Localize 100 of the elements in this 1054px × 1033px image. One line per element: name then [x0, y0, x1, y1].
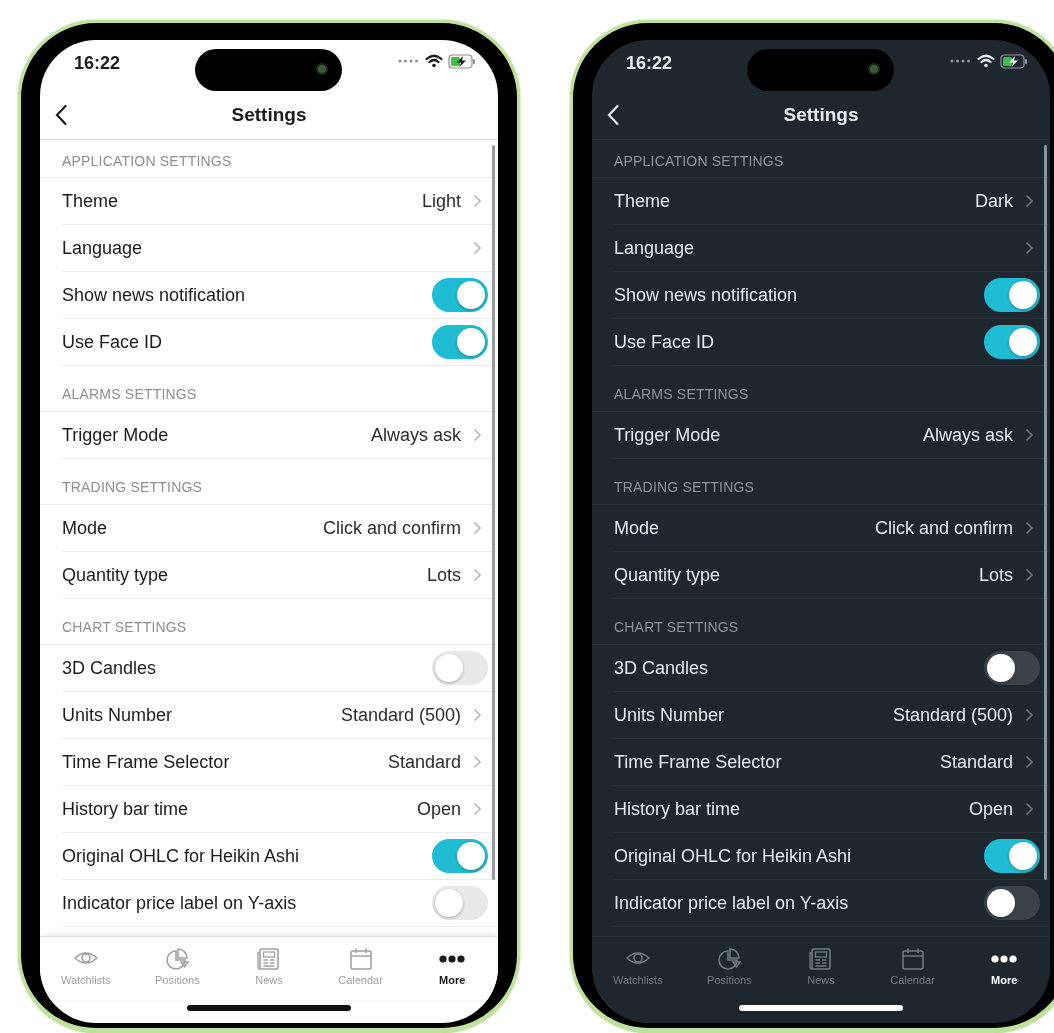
setting-label: 3D Candles — [62, 657, 158, 679]
chevron-right-icon[interactable] — [473, 568, 482, 582]
toggle-switch[interactable] — [432, 278, 488, 312]
setting-value: Dark — [975, 190, 1013, 212]
toggle-switch[interactable] — [432, 839, 488, 873]
setting-label: Original OHLC for Heikin Ashi — [62, 845, 301, 867]
chevron-right-icon[interactable] — [473, 708, 482, 722]
section-header: APPLICATION SETTINGS — [62, 153, 232, 169]
toggle-switch[interactable] — [432, 651, 488, 685]
setting-value: Click and confirm — [322, 517, 461, 539]
chevron-right-icon[interactable] — [1025, 521, 1034, 535]
section-header: ALARMS SETTINGS — [62, 386, 197, 402]
setting-value: Always ask — [370, 424, 461, 446]
setting-label: Language — [614, 237, 696, 259]
setting-label: Indicator price label on Y-axis — [62, 892, 298, 914]
screen-title: Settings — [231, 103, 307, 126]
chevron-right-icon[interactable] — [1025, 241, 1034, 255]
setting-value: Always ask — [922, 424, 1013, 446]
tab-bar-item[interactable]: More — [958, 937, 1050, 1000]
setting-label: Trigger Mode — [614, 424, 722, 446]
setting-label: Units Number — [62, 704, 174, 726]
tab-bar-item[interactable]: Calendar — [314, 937, 407, 1000]
setting-value: Standard (500) — [892, 704, 1013, 726]
section-header: TRADING SETTINGS — [614, 479, 755, 495]
signal-icon — [950, 59, 972, 63]
tab-bar-item[interactable]: Watchlists — [592, 937, 684, 1000]
setting-label: Mode — [614, 517, 661, 539]
setting-label: Trigger Mode — [62, 424, 170, 446]
section-header: CHART SETTINGS — [614, 619, 739, 635]
setting-label: Theme — [62, 190, 120, 212]
tab-bar-item[interactable]: News — [775, 937, 867, 1000]
setting-label: Time Frame Selector — [614, 751, 783, 773]
setting-value: Lots — [978, 564, 1013, 586]
wifi-icon — [977, 54, 995, 68]
chevron-right-icon[interactable] — [1025, 708, 1034, 722]
setting-label: Language — [62, 237, 144, 259]
tab-bar-item[interactable]: More — [406, 937, 498, 1000]
chevron-right-icon[interactable] — [473, 241, 482, 255]
setting-value: Light — [421, 190, 461, 212]
chevron-right-icon[interactable] — [1025, 755, 1034, 769]
calendar-icon — [899, 947, 926, 971]
toggle-switch[interactable] — [432, 325, 488, 359]
setting-value: Open — [968, 798, 1013, 820]
section-header: APPLICATION SETTINGS — [614, 153, 784, 169]
setting-label: Mode — [62, 517, 109, 539]
setting-label: History bar time — [62, 798, 190, 820]
setting-label: Quantity type — [614, 564, 722, 586]
tab-bar-item[interactable]: Positions — [683, 937, 776, 1000]
calendar-icon — [347, 947, 374, 971]
setting-value: Open — [416, 798, 461, 820]
setting-value: Standard — [387, 751, 461, 773]
chevron-right-icon[interactable] — [1025, 194, 1034, 208]
setting-label: Units Number — [614, 704, 726, 726]
wifi-icon — [425, 54, 443, 68]
chevron-right-icon[interactable] — [473, 428, 482, 442]
setting-label: Time Frame Selector — [62, 751, 231, 773]
setting-value: Standard — [939, 751, 1013, 773]
toggle-switch[interactable] — [984, 839, 1040, 873]
tab-bar-item[interactable]: Calendar — [866, 937, 959, 1000]
setting-label: Show news notification — [62, 284, 247, 306]
setting-label: Use Face ID — [614, 331, 716, 353]
toggle-switch[interactable] — [984, 651, 1040, 685]
newspaper-icon — [808, 947, 834, 971]
back-icon[interactable] — [54, 104, 68, 126]
chevron-right-icon[interactable] — [473, 802, 482, 816]
pie-chart-icon — [716, 947, 743, 971]
tab-bar-item[interactable]: Watchlists — [40, 937, 132, 1000]
setting-label: Show news notification — [614, 284, 799, 306]
toggle-switch[interactable] — [984, 325, 1040, 359]
setting-value: Click and confirm — [874, 517, 1013, 539]
setting-label: Indicator price label on Y-axis — [614, 892, 850, 914]
toggle-switch[interactable] — [432, 886, 488, 920]
section-header: ALARMS SETTINGS — [614, 386, 749, 402]
chevron-right-icon[interactable] — [1025, 568, 1034, 582]
chevron-right-icon[interactable] — [1025, 428, 1034, 442]
battery-charging-icon — [1000, 53, 1028, 69]
pie-chart-icon — [164, 947, 191, 971]
setting-value: Standard (500) — [340, 704, 461, 726]
chevron-right-icon[interactable] — [1025, 802, 1034, 816]
chevron-right-icon[interactable] — [473, 755, 482, 769]
newspaper-icon — [256, 947, 282, 971]
setting-value: Lots — [426, 564, 461, 586]
battery-charging-icon — [448, 53, 476, 69]
setting-label: Theme — [614, 190, 672, 212]
screen-title: Settings — [783, 103, 859, 126]
tab-bar-item[interactable]: News — [223, 937, 315, 1000]
setting-label: 3D Candles — [614, 657, 710, 679]
chevron-right-icon[interactable] — [473, 521, 482, 535]
toggle-switch[interactable] — [984, 278, 1040, 312]
status-time: 16:22 — [626, 52, 673, 74]
section-header: CHART SETTINGS — [62, 619, 187, 635]
signal-icon — [398, 59, 420, 63]
section-header: TRADING SETTINGS — [62, 479, 203, 495]
toggle-switch[interactable] — [984, 886, 1040, 920]
setting-label: Original OHLC for Heikin Ashi — [614, 845, 853, 867]
setting-label: History bar time — [614, 798, 742, 820]
chevron-right-icon[interactable] — [473, 194, 482, 208]
tab-bar-item[interactable]: Positions — [131, 937, 224, 1000]
setting-label: Use Face ID — [62, 331, 164, 353]
status-time: 16:22 — [74, 52, 121, 74]
